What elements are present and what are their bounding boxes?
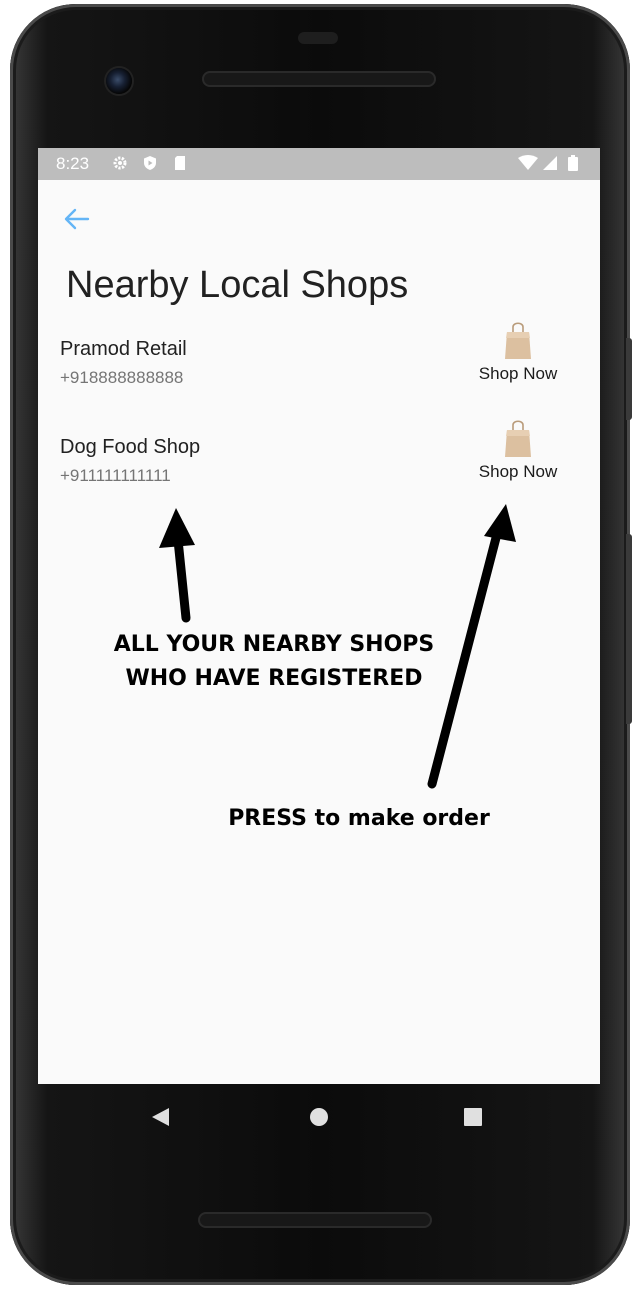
shop-now-label: Shop Now xyxy=(478,462,558,481)
square-recents-icon[interactable] xyxy=(460,1104,486,1130)
annotation-line: ALL YOUR NEARBY SHOPS xyxy=(113,632,435,657)
signal-icon xyxy=(543,156,557,170)
battery-icon xyxy=(568,155,578,171)
annotation-shops-note: ALL YOUR NEARBY SHOPS WHO HAVE REGISTERE… xyxy=(94,628,454,696)
shop-now-label: Shop Now xyxy=(478,364,558,383)
shopping-bag-icon xyxy=(505,322,531,359)
shop-now-button[interactable]: Shop Now xyxy=(466,418,570,484)
gear-icon xyxy=(113,156,127,170)
shop-list-item: Pramod Retail +918888888888 Shop Now xyxy=(38,322,600,418)
app-screen: 8:23 Nearby Local Shops Pramod Retail +9… xyxy=(38,148,600,1084)
shop-phone: +911111111111 xyxy=(60,466,171,485)
navigation-bar xyxy=(38,1084,600,1148)
bottom-speaker xyxy=(198,1212,432,1228)
circle-home-icon[interactable] xyxy=(306,1104,332,1130)
status-bar: 8:23 xyxy=(38,148,600,180)
shop-name: Dog Food Shop xyxy=(60,436,201,458)
annotation-arrow-shops xyxy=(173,535,191,623)
volume-button xyxy=(626,534,632,724)
status-time: 8:23 xyxy=(56,154,90,173)
front-camera xyxy=(106,68,132,94)
arrow-left-icon[interactable] xyxy=(62,204,92,234)
triangle-back-icon[interactable] xyxy=(148,1104,174,1130)
wifi-icon xyxy=(518,155,538,170)
annotation-order-note: PRESS to make order xyxy=(228,806,490,831)
annotation-line: WHO HAVE REGISTERED xyxy=(125,666,423,691)
earpiece xyxy=(298,32,338,44)
shop-name: Pramod Retail xyxy=(60,338,187,360)
sd-card-icon xyxy=(175,156,185,170)
page-title: Nearby Local Shops xyxy=(66,264,409,306)
shop-now-button[interactable]: Shop Now xyxy=(466,320,570,386)
shield-icon xyxy=(144,156,156,170)
shopping-bag-icon xyxy=(505,420,531,457)
shop-list-item: Dog Food Shop +911111111111 Shop Now xyxy=(38,420,600,516)
top-speaker xyxy=(202,71,436,87)
power-button xyxy=(626,338,632,420)
shop-phone: +918888888888 xyxy=(60,368,184,387)
